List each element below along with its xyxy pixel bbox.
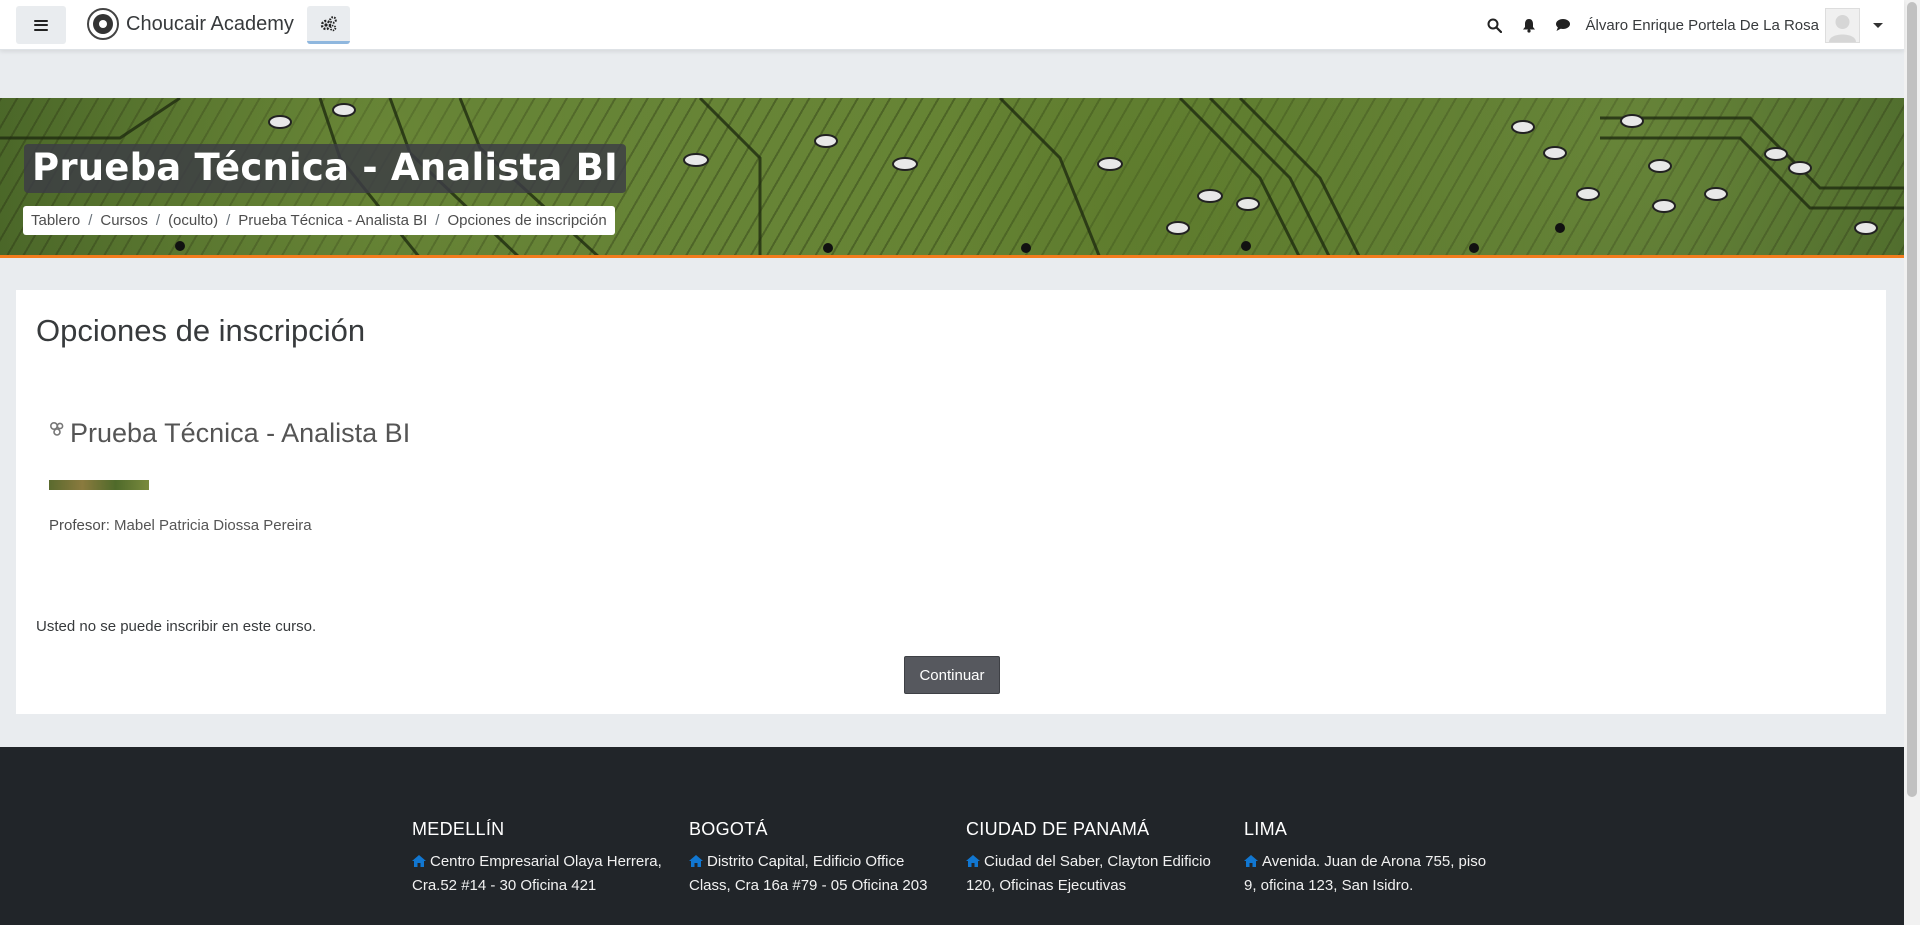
brand-logo	[87, 8, 119, 40]
teacher-label: Profesor:	[49, 517, 110, 534]
breadcrumb-item-current: Opciones de inscripción	[447, 212, 607, 229]
user-name[interactable]: Álvaro Enrique Portela De La Rosa	[1586, 17, 1819, 34]
breadcrumb: Tablero / Cursos / (oculto) / Prueba Téc…	[23, 206, 615, 235]
course-image-thumbnail	[49, 480, 149, 490]
office-medellin: MEDELLÍN Centro Empresarial Olaya Herrer…	[412, 819, 662, 898]
continue-button[interactable]: Continuar	[904, 656, 1000, 694]
office-address-text: Ciudad del Saber, Clayton Edificio 120, …	[966, 853, 1211, 894]
site-brand[interactable]: Choucair Academy	[87, 8, 294, 40]
page-footer: MEDELLÍN Centro Empresarial Olaya Herrer…	[0, 747, 1904, 925]
bell-icon	[1522, 18, 1535, 33]
cogs-icon	[320, 15, 337, 31]
office-address: Centro Empresarial Olaya Herrera, Cra.52…	[412, 850, 662, 898]
user-avatar[interactable]	[1825, 7, 1860, 43]
default-user-icon	[1829, 14, 1856, 42]
messages-button[interactable]	[1546, 0, 1580, 50]
home-icon	[689, 855, 703, 867]
teacher-name-link[interactable]: Mabel Patricia Diossa Pereira	[114, 517, 312, 534]
office-city: BOGOTÁ	[689, 819, 768, 839]
breadcrumb-item-dashboard[interactable]: Tablero	[31, 212, 80, 229]
search-button[interactable]	[1478, 0, 1512, 50]
office-bogota: BOGOTÁ Distrito Capital, Edificio Office…	[689, 819, 939, 898]
breadcrumb-item-courses[interactable]: Cursos	[100, 212, 148, 229]
page-title: Prueba Técnica - Analista BI	[24, 144, 626, 193]
office-panama: CIUDAD DE PANAMÁ Ciudad del Saber, Clayt…	[966, 819, 1216, 898]
hamburger-icon	[34, 19, 48, 31]
caret-down-icon	[1873, 22, 1883, 28]
home-icon	[966, 855, 980, 867]
breadcrumb-separator: /	[435, 212, 440, 229]
course-name-link[interactable]: Prueba Técnica - Analista BI	[49, 418, 410, 449]
office-address-text: Avenida. Juan de Arona 755, piso 9, ofic…	[1244, 853, 1487, 894]
course-enrol-icon	[49, 421, 64, 436]
brand-name: Choucair Academy	[126, 12, 294, 35]
office-address-text: Distrito Capital, Edificio Office Class,…	[689, 853, 928, 894]
scrollbar-thumb[interactable]	[1907, 2, 1917, 797]
breadcrumb-item-hidden-category[interactable]: (oculto)	[168, 212, 218, 229]
office-city: MEDELLÍN	[412, 819, 505, 839]
breadcrumb-item-course[interactable]: Prueba Técnica - Analista BI	[238, 212, 427, 229]
office-lima: LIMA Avenida. Juan de Arona 755, piso 9,…	[1244, 819, 1494, 898]
settings-button[interactable]	[307, 6, 350, 44]
user-menu-toggle[interactable]	[1860, 0, 1896, 50]
course-teacher: Profesor: Mabel Patricia Diossa Pereira	[49, 517, 312, 534]
office-city: CIUDAD DE PANAMÁ	[966, 819, 1150, 839]
office-address: Ciudad del Saber, Clayton Edificio 120, …	[966, 850, 1216, 898]
course-header-banner: Prueba Técnica - Analista BI Tablero / C…	[0, 98, 1904, 258]
search-icon	[1487, 18, 1503, 33]
office-address: Distrito Capital, Edificio Office Class,…	[689, 850, 939, 898]
comment-icon	[1555, 19, 1570, 31]
main-content-card: Opciones de inscripción Prueba Técnica -…	[16, 290, 1886, 714]
notifications-button[interactable]	[1512, 0, 1546, 50]
office-address-text: Centro Empresarial Olaya Herrera, Cra.52…	[412, 853, 662, 894]
breadcrumb-separator: /	[155, 212, 161, 229]
course-info-box: Prueba Técnica - Analista BI	[49, 418, 410, 449]
home-icon	[1244, 855, 1258, 867]
breadcrumb-separator: /	[88, 212, 93, 229]
breadcrumb-separator: /	[226, 212, 231, 229]
enrolment-message: Usted no se puede inscribir en este curs…	[36, 618, 317, 635]
course-name[interactable]: Prueba Técnica - Analista BI	[70, 418, 410, 449]
page-scrollbar[interactable]	[1904, 0, 1920, 925]
home-icon	[412, 855, 426, 867]
office-address: Avenida. Juan de Arona 755, piso 9, ofic…	[1244, 850, 1494, 898]
office-city: LIMA	[1244, 819, 1288, 839]
drawer-toggle-button[interactable]	[16, 6, 66, 44]
section-title: Opciones de inscripción	[36, 313, 366, 348]
top-navbar: Choucair Academy Álvaro Enrique Portela …	[0, 0, 1904, 50]
